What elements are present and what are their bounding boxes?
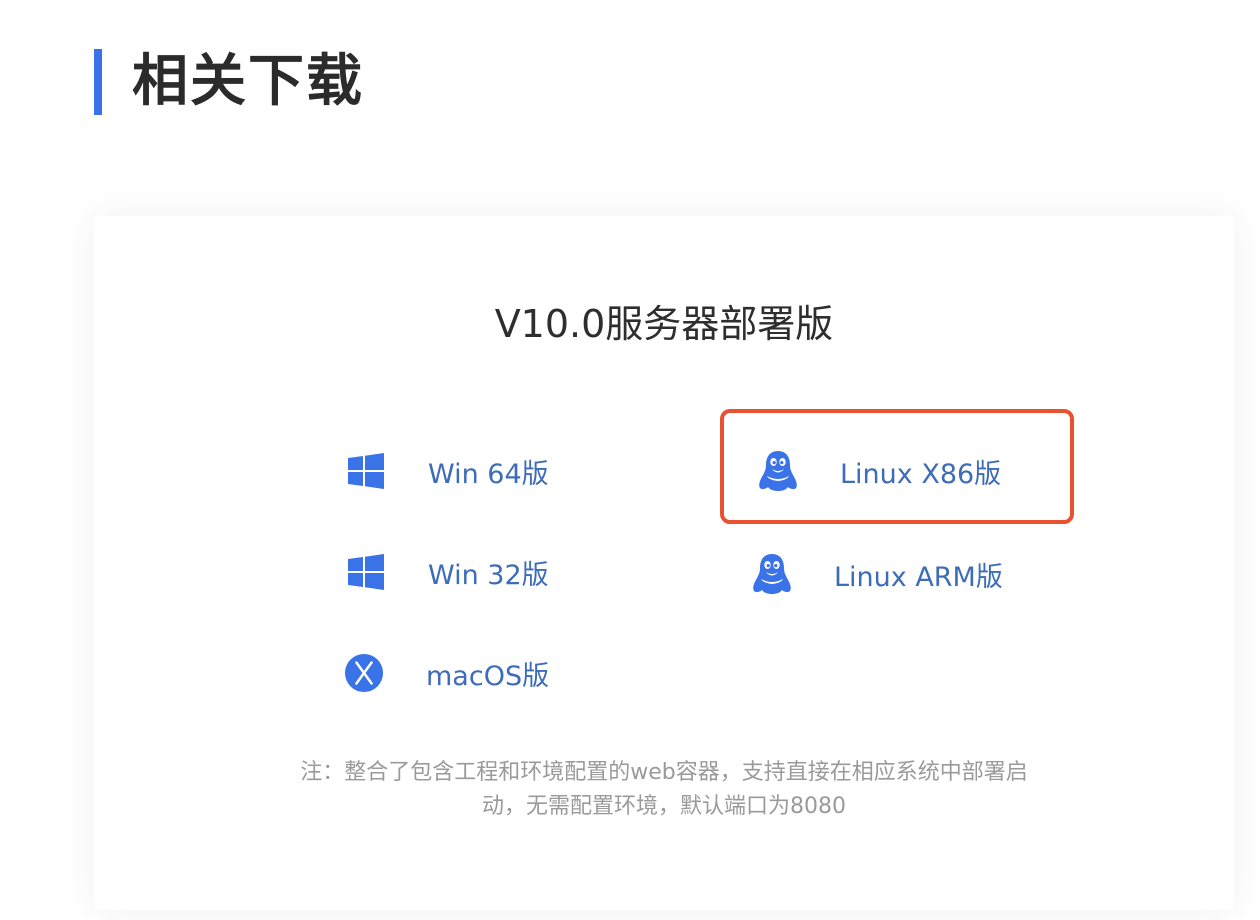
- card-title: V10.0服务器部署版: [494, 302, 834, 346]
- download-card: V10.0服务器部署版 Win 64版 Linux X86版 Win 32版 L…: [94, 216, 1234, 910]
- download-macos-link[interactable]: macOS版: [344, 653, 549, 693]
- section-accent-bar: [94, 49, 102, 115]
- download-win64-link[interactable]: Win 64版: [346, 451, 549, 491]
- windows-icon: [346, 552, 386, 592]
- note-line-1: 注：整合了包含工程和环境配置的web容器，支持直接在相应系统中部署启: [300, 760, 1028, 785]
- download-linux-x86-link[interactable]: Linux X86版: [758, 451, 1001, 491]
- download-macos-label: macOS版: [426, 660, 550, 692]
- macos-x-icon: [344, 653, 384, 693]
- linux-penguin-icon: [752, 554, 792, 594]
- note-line-2: 动，无需配置环境，默认端口为8080: [482, 794, 846, 819]
- deployment-note: 注：整合了包含工程和环境配置的web容器，支持直接在相应系统中部署启 动，无需配…: [94, 756, 1234, 824]
- download-linux-arm-link[interactable]: Linux ARM版: [752, 554, 1003, 594]
- download-win32-label: Win 32版: [428, 559, 549, 591]
- windows-icon: [346, 451, 386, 491]
- section-header: 相关下载: [94, 48, 364, 116]
- download-linux-x86-label: Linux X86版: [840, 458, 1002, 490]
- download-linux-arm-label: Linux ARM版: [834, 561, 1003, 593]
- section-title: 相关下载: [132, 49, 364, 114]
- download-win32-link[interactable]: Win 32版: [346, 552, 549, 592]
- download-win64-label: Win 64版: [428, 458, 549, 490]
- linux-penguin-icon: [758, 451, 798, 491]
- page: 相关下载 V10.0服务器部署版 Win 64版 Linux X86版 Win …: [0, 0, 1260, 920]
